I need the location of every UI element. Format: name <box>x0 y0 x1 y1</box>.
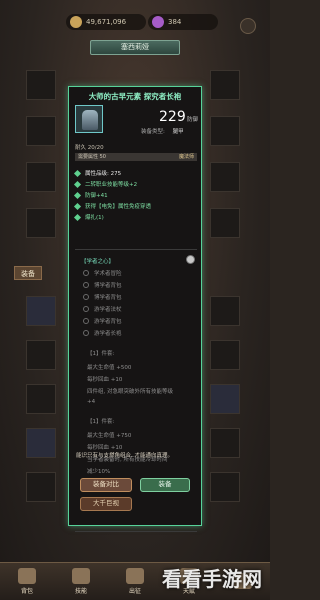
inventory-slot[interactable] <box>26 296 56 326</box>
resource-bar: 49,671,096 384 <box>0 14 270 34</box>
lore-hint: 能识只有与支燃角组合, 才能通向真理。 <box>76 453 173 459</box>
diamond-icon <box>73 202 82 210</box>
requirement-left: 需要属性 50 <box>78 154 106 160</box>
equipment-slot[interactable] <box>26 208 56 238</box>
requirement-bar: 需要属性 50 魔法师 <box>75 153 197 161</box>
attribute-line: 属性品级: 275 <box>73 169 121 177</box>
equip-type-label: 装备类型: <box>141 129 165 135</box>
robe-icon <box>82 110 98 130</box>
equipment-slot[interactable] <box>210 116 240 146</box>
inventory-slot[interactable] <box>26 428 56 458</box>
equipment-label: 装备 <box>14 266 42 280</box>
character-name-plate: 塞西莉娅 <box>90 40 180 55</box>
equipment-slot[interactable] <box>26 162 56 192</box>
equipment-slot[interactable] <box>210 162 240 192</box>
equipment-slot[interactable] <box>210 208 240 238</box>
backpack-icon <box>18 568 36 584</box>
compare-button[interactable]: 装备对比 <box>80 478 132 492</box>
inventory-slot[interactable] <box>210 296 240 326</box>
equip-button[interactable]: 装备 <box>140 478 190 492</box>
set-item: 博学者背包 <box>83 281 122 289</box>
gem-icon <box>152 16 164 28</box>
effect-line: 每秒回血 +10 <box>87 377 123 383</box>
circle-icon <box>83 270 89 276</box>
requirement-class: 魔法师 <box>178 154 194 160</box>
nav-expedition[interactable]: 出征 <box>115 568 155 595</box>
divider <box>75 531 197 532</box>
expedition-icon <box>126 568 144 584</box>
armor-value: 229 <box>159 109 186 125</box>
effect-line: 四件组, 对急眼突破外所有技能等级 <box>87 389 173 395</box>
inventory-slot[interactable] <box>210 340 240 370</box>
circle-icon <box>83 294 89 300</box>
details-button[interactable]: 大千巨视 <box>80 497 132 511</box>
set-item: 学术者冒险 <box>83 269 122 277</box>
effect-line: 【1】件套: <box>87 419 115 425</box>
set-item: 博学者背包 <box>83 293 122 301</box>
effect-line: 【1】件套: <box>87 351 115 357</box>
effect-line: 最大生命值 +750 <box>87 433 132 439</box>
set-title: 【学者之心】 <box>81 259 115 265</box>
equip-type: 装备类型: 腿甲 <box>141 127 184 135</box>
gem-amount: 384 <box>168 18 182 26</box>
gold-amount: 49,671,096 <box>86 18 127 26</box>
equipment-slot[interactable] <box>26 70 56 100</box>
durability: 耐久 20/20 <box>75 145 104 151</box>
set-item: 游学者背包 <box>83 317 122 325</box>
diamond-icon <box>73 191 82 199</box>
armor-unit: 防御 <box>187 117 199 123</box>
equipment-slot[interactable] <box>26 116 56 146</box>
gold-counter: 49,671,096 <box>66 14 146 30</box>
effect-line: 每秒回血 +10 <box>87 445 123 451</box>
item-tooltip: 大师的古早元素 探究者长袍 229 防御 装备类型: 腿甲 耐久 20/20 需… <box>68 86 202 532</box>
diamond-icon <box>73 213 82 221</box>
diamond-icon <box>73 169 82 177</box>
attribute-line: 获得【电免】属性免疫穿透 <box>73 202 151 210</box>
settings-icon[interactable] <box>240 18 256 34</box>
attribute-line: 防御+41 <box>73 191 108 199</box>
circle-icon <box>83 330 89 336</box>
inventory-slot[interactable] <box>26 384 56 414</box>
item-name: 大师的古早元素 探究者长袍 <box>88 92 182 101</box>
set-item: 游学者长袍 <box>83 329 122 337</box>
circle-icon <box>83 318 89 324</box>
effect-line: 减少10% <box>87 469 111 475</box>
nav-backpack[interactable]: 背包 <box>7 568 47 595</box>
inventory-slot[interactable] <box>210 472 240 502</box>
inventory-slot[interactable] <box>210 428 240 458</box>
nav-skills[interactable]: 技能 <box>61 568 101 595</box>
skills-icon <box>72 568 90 584</box>
circle-icon <box>83 282 89 288</box>
inventory-slot[interactable] <box>210 384 240 414</box>
inventory-slot[interactable] <box>26 340 56 370</box>
equip-type-value: 腿甲 <box>172 129 184 135</box>
set-item: 游学者法杖 <box>83 305 122 313</box>
divider <box>75 249 197 250</box>
effect-line: +4 <box>87 399 96 405</box>
diamond-icon <box>73 180 82 188</box>
inventory-slot[interactable] <box>26 472 56 502</box>
circle-icon <box>83 306 89 312</box>
attribute-line: 爆扎(1) <box>73 213 104 221</box>
equipment-slot[interactable] <box>210 70 240 100</box>
watermark: 看看手游网 <box>162 567 262 591</box>
item-icon-frame <box>75 105 103 133</box>
gem-counter: 384 <box>148 14 218 30</box>
effect-line: 最大生命值 +500 <box>87 365 132 371</box>
coin-icon <box>70 16 82 28</box>
attribute-line: 二转职业技能等级+2 <box>73 180 137 188</box>
eye-icon[interactable] <box>186 255 195 264</box>
